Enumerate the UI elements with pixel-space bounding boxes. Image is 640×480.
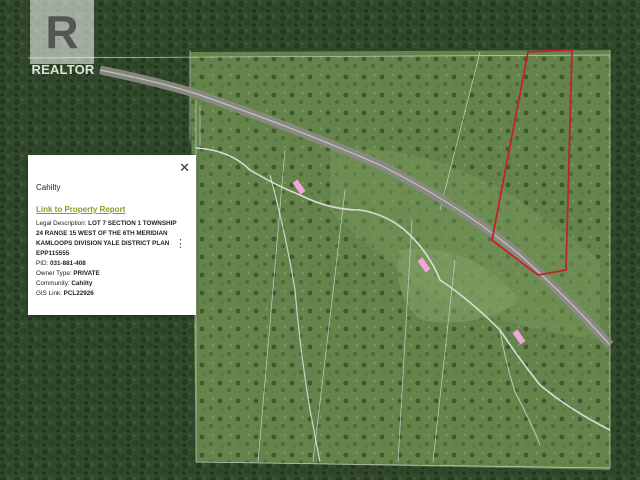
community-row: Community: Cahilty bbox=[36, 279, 181, 289]
pid-value: 031-881-408 bbox=[50, 260, 86, 267]
realtor-logo: R REALTOR bbox=[28, 0, 98, 80]
legal-label: Legal Description: bbox=[36, 220, 89, 227]
property-report-link[interactable]: Link to Property Report bbox=[36, 205, 125, 214]
close-icon[interactable]: ✕ bbox=[179, 160, 190, 176]
gis-label: GIS Link: bbox=[36, 290, 64, 297]
property-info-popup: ✕ Cahilty Link to Property Report ⋮ Lega… bbox=[28, 155, 196, 315]
logo-letter: R bbox=[45, 6, 79, 58]
legal-description-row: Legal Description: LOT 7 SECTION 1 TOWNS… bbox=[36, 219, 181, 259]
owner-type-row: Owner Type: PRIVATE bbox=[36, 269, 181, 279]
gis-link-row: GIS Link: PCL22926 bbox=[36, 289, 181, 299]
community-label: Community: bbox=[36, 280, 72, 287]
property-details: Legal Description: LOT 7 SECTION 1 TOWNS… bbox=[36, 219, 181, 299]
gis-value[interactable]: PCL22926 bbox=[64, 290, 94, 297]
owner-value: PRIVATE bbox=[73, 270, 100, 277]
community-value: Cahilty bbox=[71, 280, 93, 287]
pid-row: PID: 031-881-408 bbox=[36, 259, 181, 269]
popup-title: Cahilty bbox=[36, 183, 61, 192]
pid-label: PID: bbox=[36, 260, 50, 267]
logo-text: REALTOR bbox=[31, 62, 95, 77]
owner-label: Owner Type: bbox=[36, 270, 74, 277]
